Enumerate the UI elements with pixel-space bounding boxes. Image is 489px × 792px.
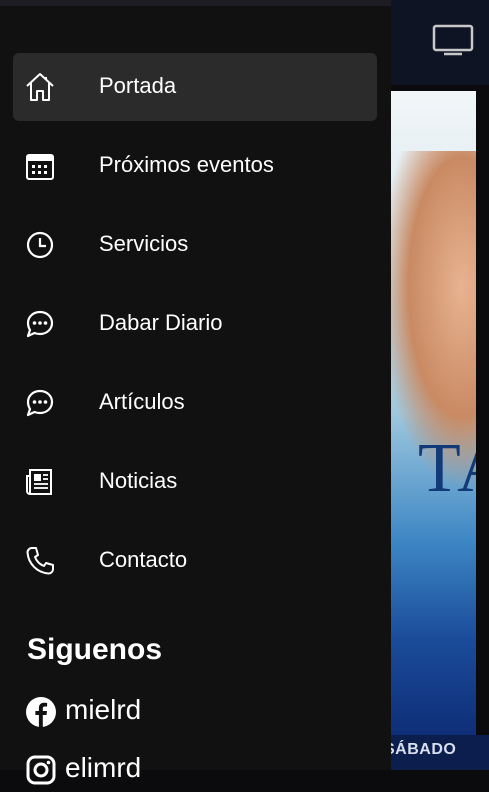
nav-label: Noticias: [99, 468, 178, 493]
nav-label: Contacto: [99, 547, 188, 572]
hero-title-fragment: TA: [418, 430, 476, 507]
social-label: mielrd: [65, 694, 142, 725]
navigation-drawer: Portada Próximos eventos Servicios Dabar…: [0, 0, 391, 785]
facebook-icon: [26, 697, 56, 727]
calendar-icon: [26, 154, 54, 180]
clock-icon: [26, 231, 54, 259]
chat-bubble-icon: [26, 389, 54, 417]
phone-icon: [26, 547, 54, 575]
nav-item-proximos-eventos[interactable]: Próximos eventos: [13, 132, 377, 200]
newspaper-icon: [26, 469, 52, 495]
drawer-status-strip: [0, 0, 391, 6]
chat-bubble-icon: [26, 310, 54, 338]
nav-item-servicios[interactable]: Servicios: [13, 211, 377, 279]
social-label: elimrd: [65, 752, 142, 783]
nav-item-articulos[interactable]: Artículos: [13, 369, 377, 437]
cast-screen-icon[interactable]: [432, 24, 474, 56]
nav-item-portada[interactable]: Portada: [13, 53, 377, 121]
nav-label: Servicios: [99, 231, 189, 256]
nav-item-dabar-diario[interactable]: Dabar Diario: [13, 290, 377, 358]
home-icon: [26, 73, 54, 101]
nav-label: Próximos eventos: [99, 152, 274, 177]
nav-label: Artículos: [99, 389, 185, 414]
nav-item-contacto[interactable]: Contacto: [13, 527, 377, 595]
bottom-banner-text: SÁBADO: [384, 741, 457, 758]
nav-label: Portada: [99, 73, 177, 98]
nav-label: Dabar Diario: [99, 310, 223, 335]
nav-item-noticias[interactable]: Noticias: [13, 448, 377, 516]
instagram-icon: [26, 755, 56, 785]
social-section-title: Siguenos: [27, 633, 163, 666]
